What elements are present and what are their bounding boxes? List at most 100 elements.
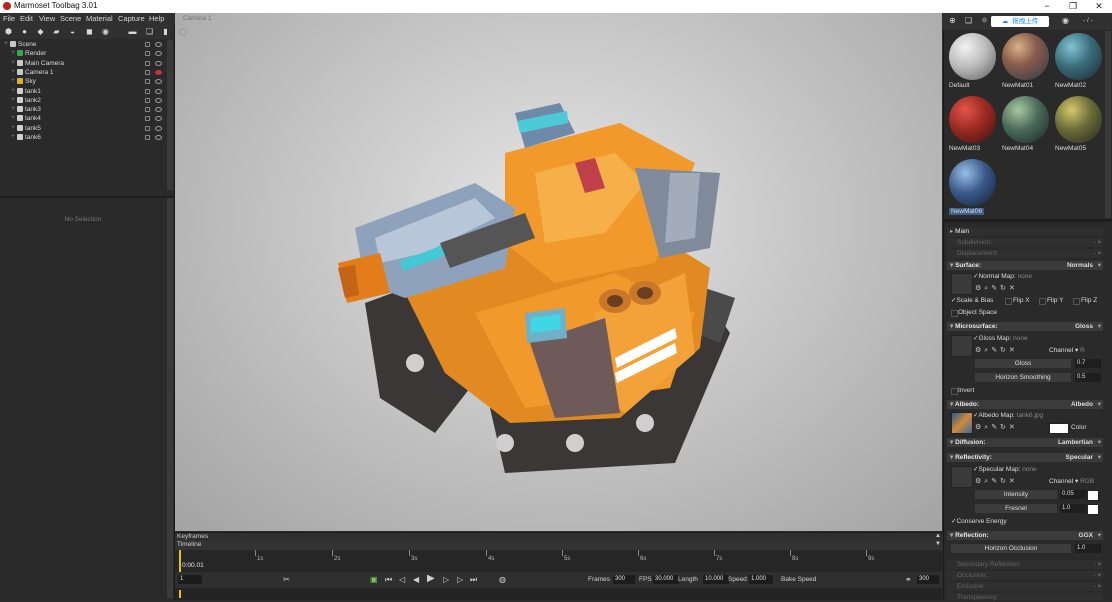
map-tools[interactable]: ⚙⌕✎↻✕ — [975, 284, 1018, 293]
record-icon[interactable]: ◍ — [499, 575, 506, 585]
menu-edit[interactable]: Edit — [20, 14, 33, 23]
expand-icon[interactable]: + — [10, 105, 16, 114]
lock-icon[interactable] — [145, 135, 150, 140]
microsurface-mode[interactable]: Gloss — [1075, 322, 1093, 331]
scene-tree-item[interactable]: + Sky — [0, 77, 166, 86]
flip-z-toggle[interactable]: Flip Z — [1073, 296, 1097, 305]
material-tile[interactable]: NewMat02 — [1053, 31, 1104, 93]
transparency-row[interactable]: Transparency: — [947, 593, 1103, 601]
gloss-value[interactable]: 0.7 — [1075, 359, 1101, 368]
expand-icon[interactable]: + — [10, 133, 16, 142]
map-tools[interactable]: ⚙⌕✎↻✕ — [975, 423, 1018, 432]
close-button[interactable]: ✕ — [1086, 0, 1112, 13]
lock-icon[interactable] — [145, 116, 150, 122]
playhead[interactable] — [179, 550, 181, 572]
reflection-mode[interactable]: GGX — [1079, 531, 1093, 540]
material-tile[interactable]: NewMat05 — [1053, 94, 1104, 156]
add-mesh-icon[interactable]: ▰ — [52, 27, 61, 36]
menu-file[interactable]: File — [3, 14, 15, 23]
occlusion-row[interactable]: Occlusion: - ▾ — [947, 571, 1103, 580]
viewport[interactable]: Camera 1 — [175, 13, 942, 531]
invert-toggle[interactable]: Invert — [951, 386, 974, 395]
material-share-icon[interactable]: ⚛ — [980, 16, 989, 25]
fresnel-value[interactable]: 1.0 — [1060, 504, 1086, 513]
upload-badge[interactable]: ☁ 拖拽上传 — [991, 16, 1049, 27]
add-box-icon[interactable]: ◼ — [85, 27, 94, 36]
expand-icon[interactable]: + — [3, 40, 9, 49]
first-frame-icon[interactable]: ⏮ — [385, 575, 392, 585]
horizon-occlusion-slider[interactable]: Horizon Occlusion — [951, 544, 1071, 553]
scene-tree-item[interactable]: + tank5 — [0, 124, 166, 133]
intensity-slider[interactable]: Intensity — [975, 490, 1057, 499]
lock-icon[interactable] — [145, 88, 150, 94]
menu-capture[interactable]: Capture — [118, 14, 145, 23]
scene-tree-item[interactable]: + Main Camera — [0, 59, 166, 68]
horizon-occlusion-value[interactable]: 1.0 — [1075, 544, 1101, 553]
scene-tree-scrollbar[interactable] — [167, 40, 173, 190]
conserve-energy-toggle[interactable]: ✓Conserve Energy — [951, 517, 1007, 526]
visibility-eye-icon[interactable] — [155, 125, 162, 131]
add-shadow-icon[interactable]: ◒ — [68, 27, 77, 36]
specular-channel-select[interactable]: Channel ▾ RGB — [1049, 477, 1094, 486]
section-reflectivity[interactable]: ▾ Reflectivity: Specular ▾ — [947, 453, 1103, 462]
bake-speed-toggle[interactable]: Bake Speed — [781, 576, 816, 583]
lock-icon[interactable] — [145, 107, 150, 113]
last-frame-icon[interactable]: ⏭ — [470, 575, 477, 585]
subdivision-row[interactable]: Subdivision: - ▾ — [947, 238, 1103, 247]
lock-icon[interactable] — [145, 97, 150, 103]
expand-icon[interactable]: + — [10, 114, 16, 123]
flip-y-toggle[interactable]: Flip Y — [1039, 296, 1064, 305]
expand-icon[interactable]: + — [10, 77, 16, 86]
add-key-icon[interactable]: ✂ — [283, 575, 290, 585]
visibility-eye-icon[interactable] — [155, 107, 162, 113]
duplicate-material-icon[interactable]: ❏ — [964, 16, 973, 25]
menu-help[interactable]: Help — [149, 14, 164, 23]
emissive-row[interactable]: Emissive: - ▾ — [947, 582, 1103, 591]
expand-icon[interactable]: + — [10, 49, 16, 58]
expand-icon[interactable]: + — [10, 96, 16, 105]
material-tile[interactable]: Default — [947, 31, 998, 93]
visibility-eye-icon[interactable] — [155, 42, 162, 47]
fps-field[interactable]: 30.000 — [653, 575, 679, 584]
scene-tree-item[interactable]: + Scene — [0, 40, 166, 49]
timeline-header[interactable]: Timeline ▼ — [175, 541, 942, 550]
material-settings-icon[interactable]: ◉ — [1061, 16, 1070, 25]
menu-material[interactable]: Material — [86, 14, 113, 23]
reverse-play-icon[interactable]: ◀ — [413, 575, 419, 585]
trash-icon[interactable]: ▮ — [161, 27, 170, 36]
link-icon[interactable]: ⚭ — [905, 575, 912, 585]
scene-tree-item[interactable]: + tank2 — [0, 96, 166, 105]
frames-field[interactable]: 300 — [613, 575, 635, 584]
object-space-toggle[interactable]: Object Space — [951, 308, 997, 317]
scene-tree-item[interactable]: + Camera 1 — [0, 68, 166, 77]
lock-icon[interactable] — [145, 79, 150, 85]
visibility-eye-icon[interactable] — [155, 60, 162, 66]
properties-scrollbar[interactable] — [167, 198, 173, 598]
fresnel-slider[interactable]: Fresnel — [975, 504, 1057, 513]
end-frame-field[interactable]: 300 — [917, 575, 939, 584]
material-tile[interactable]: NewMat01 — [1000, 31, 1051, 93]
reflectivity-mode[interactable]: Specular — [1066, 453, 1093, 462]
horizon-smoothing-slider[interactable]: Horizon Smoothing — [975, 373, 1071, 382]
flip-x-toggle[interactable]: Flip X — [1005, 296, 1030, 305]
add-camera-icon[interactable]: ◆ — [36, 27, 45, 36]
add-sphere-icon[interactable]: ◉ — [101, 27, 110, 36]
menu-scene[interactable]: Scene — [60, 14, 81, 23]
lock-icon[interactable] — [145, 125, 150, 131]
prev-key-icon[interactable]: ◁ — [399, 575, 405, 585]
visibility-eye-icon[interactable] — [155, 51, 162, 57]
length-field[interactable]: 10.000 — [703, 575, 729, 584]
next-key-icon[interactable]: ▷ — [457, 575, 463, 585]
scene-tree-item[interactable]: + tank6 — [0, 133, 166, 142]
minimize-button[interactable]: − — [1034, 0, 1060, 13]
collapse-keyframes-icon[interactable]: ▲ — [935, 533, 941, 539]
specular-map-slot[interactable] — [951, 466, 973, 488]
panel-splitter[interactable] — [0, 196, 174, 198]
visibility-eye-icon[interactable] — [155, 135, 162, 140]
section-reflection[interactable]: ▾ Reflection: GGX ▾ — [947, 531, 1103, 540]
add-object-icon[interactable]: ⬢ — [4, 27, 13, 36]
timeline-scrollbar[interactable] — [175, 588, 942, 600]
albedo-mode[interactable]: Albedo — [1071, 400, 1093, 409]
section-albedo[interactable]: ▾ Albedo: Albedo ▾ — [947, 400, 1103, 409]
next-frame-icon[interactable]: ▷ — [443, 575, 449, 585]
